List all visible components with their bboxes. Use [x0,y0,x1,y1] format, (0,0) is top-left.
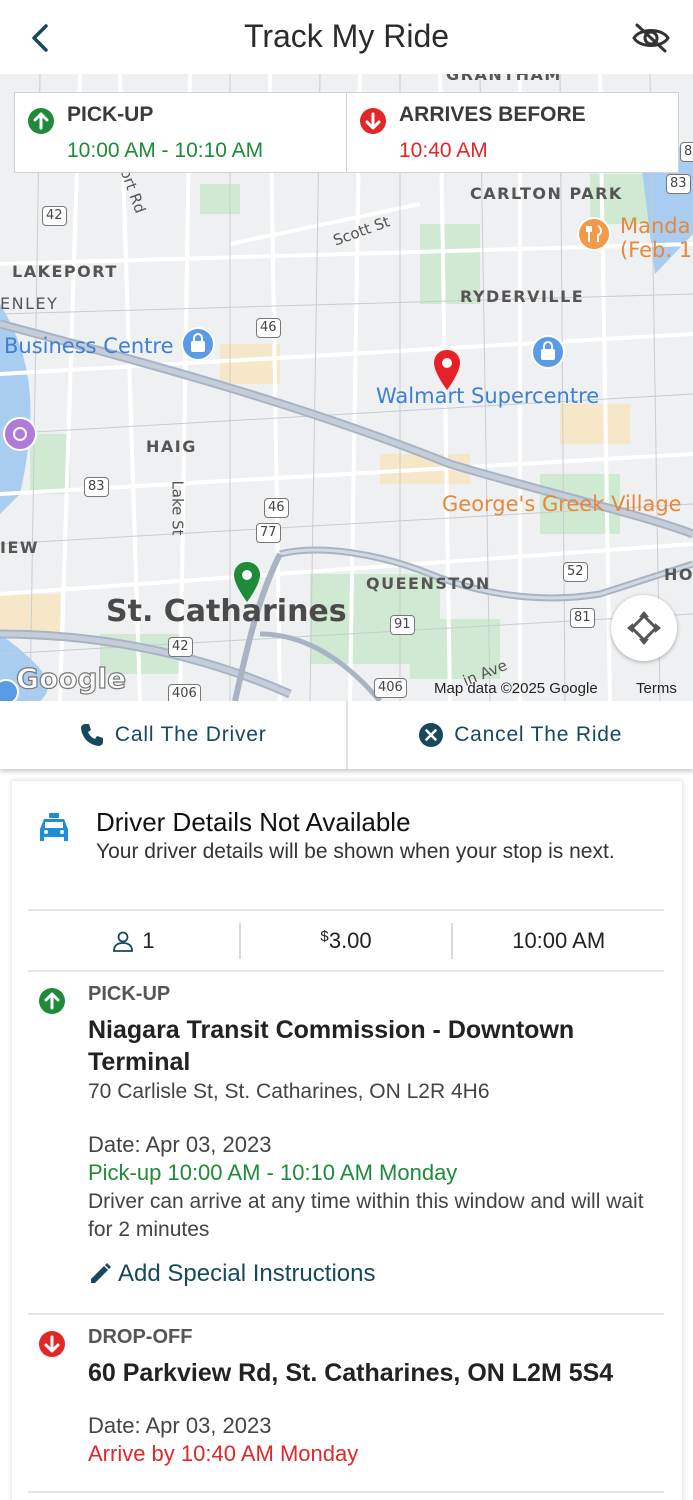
dropoff-kind: DROP-OFF [88,1326,193,1348]
map-poi-georges[interactable]: George's Greek Village [442,492,682,516]
map-street-lake: Lake St [168,480,187,536]
route-shield: 42 [42,206,67,226]
pickup-date: Date: Apr 03, 2023 [88,1132,272,1157]
map-terms-link[interactable]: Terms [636,680,677,697]
map-label-haig: HAIG [146,437,197,456]
close-circle-icon [419,723,444,747]
route-shield: 8 [680,142,693,162]
map-label-ryderville: RYDERVILLE [460,287,585,306]
driver-title: Driver Details Not Available [96,807,411,837]
ride-details-card: Driver Details Not Available Your driver… [12,781,682,1500]
route-shield: 81 [570,608,595,628]
map-poi-walmart[interactable]: Walmart Supercentre [376,384,599,408]
pickup-label: PICK-UP [67,103,154,126]
map-label-lakeport: LAKEPORT [12,262,118,281]
route-shield: 83 [666,174,691,194]
call-driver-button[interactable]: Call The Driver [0,701,346,769]
driver-section: Driver Details Not Available Your driver… [28,807,648,866]
pickup-stop: PICK-UP Niagara Transit Commission - Dow… [28,983,664,1288]
divider [28,970,664,972]
arrow-down-circle-icon [39,1331,65,1357]
route-shield: 91 [390,615,415,635]
map-label-iew: IEW [0,538,40,557]
route-shield: 42 [168,637,193,657]
shopping-icon[interactable] [530,334,566,370]
cancel-ride-button[interactable]: Cancel The Ride [345,701,693,769]
person-icon [113,931,134,952]
restaurant-icon[interactable] [576,216,612,252]
phone-icon [80,724,103,746]
dropoff-stop: DROP-OFF 60 Parkview Rd, St. Catharines,… [28,1326,664,1467]
route-shield: 46 [256,318,281,338]
pickup-time-cell: PICK-UP 10:00 AM - 10:10 AM [15,93,346,172]
fare: $ 3.00 [238,923,452,959]
map-label-grantham: GRANTHAM [446,74,562,84]
route-shield: 406 [374,678,407,698]
taxi-icon [40,813,68,841]
divider [28,1313,664,1315]
fare-value: 3.00 [328,928,372,953]
dropoff-name: 60 Parkview Rd, St. Catharines, ON L2M 5… [88,1359,614,1387]
arrow-up-circle-icon [28,108,54,134]
cancel-ride-label: Cancel The Ride [454,723,623,746]
pickup-pin-icon[interactable] [232,560,262,604]
ride-stats: 1 $ 3.00 10:00 AM [28,911,664,971]
dropoff-window-text: Arrive by 10:40 AM Monday [88,1441,359,1466]
pickup-time-stat: 10:00 AM [451,923,664,959]
map-label-ho: HO [664,565,693,584]
map-label-city: St. Catharines [106,594,347,629]
app-header: Track My Ride [0,0,693,74]
eye-off-icon [632,23,670,53]
map-poi-business-centre[interactable]: Business Centre [4,334,174,358]
recenter-icon [627,611,661,645]
pickup-kind: PICK-UP [88,983,171,1005]
arrow-up-circle-icon [39,988,65,1014]
pickup-note: Driver can arrive at any time within thi… [88,1190,644,1241]
map-poi-manda[interactable]: Manda [620,214,691,238]
ride-times-card: PICK-UP 10:00 AM - 10:10 AM ARRIVES BEFO… [14,92,679,173]
map-label-carlton-park: CARLTON PARK [470,184,623,203]
route-shield: 77 [256,523,281,543]
shopping-icon[interactable] [180,326,216,362]
passenger-count-value: 1 [142,928,155,953]
route-shield: 52 [563,562,588,582]
pickup-window-text: Pick-up 10:00 AM - 10:10 AM Monday [88,1160,458,1185]
hide-map-button[interactable] [629,16,673,60]
add-special-instructions-label: Add Special Instructions [118,1260,376,1287]
pickup-window: 10:00 AM - 10:10 AM [67,139,264,162]
page-title: Track My Ride [243,18,450,54]
route-shield: 406 [168,684,201,701]
dropoff-date: Date: Apr 03, 2023 [88,1413,272,1438]
attraction-icon[interactable] [2,416,38,452]
call-driver-label: Call The Driver [114,723,267,746]
dropoff-pin-icon[interactable] [432,348,462,392]
map-attribution: Map data ©2025 Google [434,680,598,697]
pickup-address: 70 Carlisle St, St. Catharines, ON L2R 4… [88,1080,490,1103]
arrival-label: ARRIVES BEFORE [399,103,586,126]
arrival-time-cell: ARRIVES BEFORE 10:40 AM [346,93,678,172]
ride-actions: Call The Driver Cancel The Ride [0,701,693,769]
passenger-count: 1 [28,911,239,971]
map-label-enley: ENLEY [0,294,59,313]
arrival-time: 10:40 AM [399,139,488,162]
route-shield: 46 [264,498,289,518]
recenter-button[interactable] [611,595,677,661]
pencil-icon [91,1263,111,1283]
fare-currency: $ [320,928,329,945]
driver-subtitle: Your driver details will be shown when y… [96,840,615,863]
google-logo: Google [15,661,127,695]
divider [28,1491,664,1493]
map-poi-manda-date: (Feb. 1 [620,238,693,262]
add-special-instructions-button[interactable]: Add Special Instructions [88,1260,664,1288]
arrow-down-circle-icon [360,108,386,134]
map-label-queenston: QUEENSTON [366,574,491,593]
pickup-name: Niagara Transit Commission - Downtown Te… [88,1016,575,1076]
route-shield: 83 [84,477,109,497]
